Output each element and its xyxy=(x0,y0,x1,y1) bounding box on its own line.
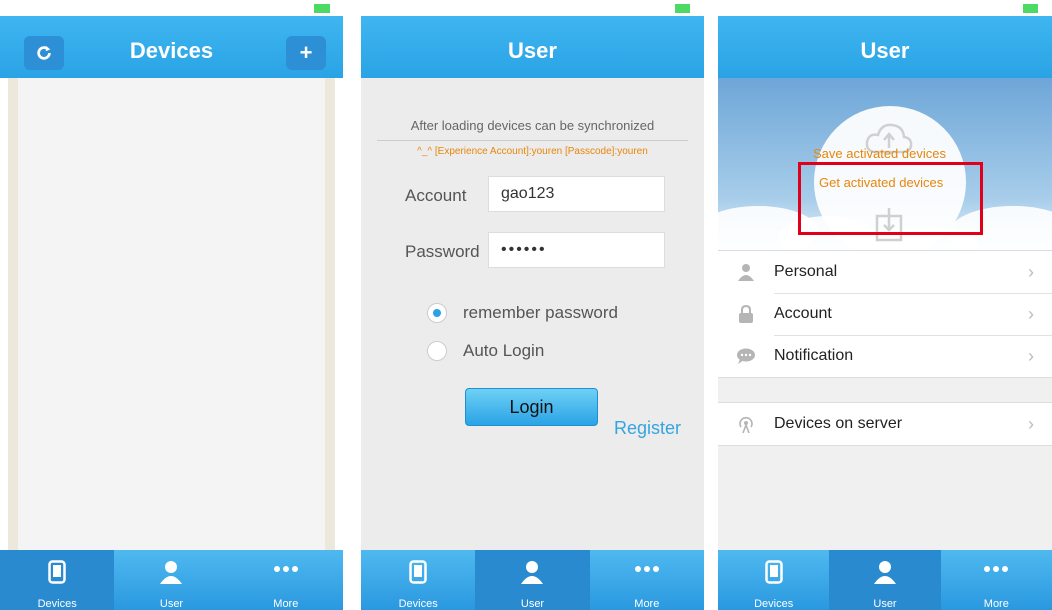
navbar: User xyxy=(718,16,1052,78)
password-label: Password xyxy=(405,242,480,261)
carrier: ●●●●● 中国移动 xyxy=(367,1,455,16)
auto-login-option[interactable]: Auto Login xyxy=(427,341,544,361)
battery-icon xyxy=(673,2,698,14)
status-bar: ●●●●● 中国移动 17:32 66% xyxy=(361,0,704,16)
menu-label: Personal xyxy=(774,263,838,280)
menu-item-devices-on-server[interactable]: Devices on server › xyxy=(718,403,1052,445)
phone-icon xyxy=(48,560,66,584)
menu-item-account[interactable]: Account › xyxy=(718,293,1052,335)
settings-menu: Personal › Account › Notification › xyxy=(718,250,1052,378)
auto-login-label: Auto Login xyxy=(463,341,545,360)
lock-icon xyxy=(739,305,753,323)
phone-icon xyxy=(764,560,783,584)
clock: 17:38 xyxy=(869,1,901,15)
chevron-right-icon: › xyxy=(1028,413,1034,434)
tab-devices[interactable]: Devices xyxy=(0,550,115,610)
user-icon xyxy=(873,561,896,584)
battery-icon xyxy=(312,2,337,14)
person-icon xyxy=(738,264,754,281)
auto-login-radio[interactable] xyxy=(427,341,447,361)
divider xyxy=(377,140,688,141)
devices-screen: Devices + ●●●●● 中国移动 17:46 73% Devices U… xyxy=(0,0,343,610)
tab-user[interactable]: User xyxy=(114,550,228,610)
save-activated-devices-button[interactable]: Save activated devices xyxy=(813,146,946,161)
battery-icon xyxy=(1021,2,1046,14)
user-icon xyxy=(521,561,544,584)
carrier: ●●●●● 中国移动 xyxy=(724,1,812,16)
tab-devices[interactable]: Devices xyxy=(718,550,829,610)
login-button[interactable]: Login xyxy=(465,388,598,426)
menu-label: Account xyxy=(774,305,832,322)
phone-icon xyxy=(409,560,427,584)
tab-more[interactable]: More xyxy=(229,550,343,610)
chevron-right-icon: › xyxy=(1028,303,1034,324)
login-screen: User ●●●●● 中国移动 17:32 66% After loading … xyxy=(361,0,704,610)
experience-account-hint: ^_^ [Experience Account]:youren [Passcod… xyxy=(417,146,648,157)
menu-item-personal[interactable]: Personal › xyxy=(718,251,1052,293)
page-title: User xyxy=(860,38,910,63)
user-screen: User ●●●●● 中国移动 17:38 70% Save activated xyxy=(718,0,1052,610)
chevron-right-icon: › xyxy=(1028,261,1034,282)
tab-more[interactable]: More xyxy=(941,550,1052,610)
navbar: User xyxy=(361,16,704,78)
status-bar: ●●●●● 中国移动 17:38 70% xyxy=(718,0,1052,16)
remember-password-label: remember password xyxy=(463,303,618,322)
battery-percent: 66% xyxy=(646,1,671,15)
tab-bar: Devices User More xyxy=(0,550,343,610)
battery-percent: 73% xyxy=(285,1,310,15)
password-field[interactable]: •••••• xyxy=(488,232,665,268)
add-device-button[interactable]: + xyxy=(286,36,326,70)
chevron-right-icon: › xyxy=(1028,345,1034,366)
tab-label: More xyxy=(634,598,660,610)
user-content: Save activated devices Get activated dev… xyxy=(718,78,1052,550)
page-title: User xyxy=(508,38,557,63)
more-icon xyxy=(634,566,659,572)
menu-label: Devices on server xyxy=(774,415,903,432)
sync-hint: After loading devices can be synchronize… xyxy=(410,118,655,133)
tab-label: Devices xyxy=(37,598,77,610)
account-field[interactable]: gao123 xyxy=(488,176,665,212)
battery: 66% xyxy=(588,1,698,15)
menu-label: Notification xyxy=(774,347,854,364)
highlight-box xyxy=(798,162,983,235)
status-bar: ●●●●● 中国移动 17:46 73% xyxy=(0,0,343,16)
battery: 70% xyxy=(939,1,1046,15)
tab-user[interactable]: User xyxy=(829,550,941,610)
device-list[interactable] xyxy=(8,78,335,550)
navbar: Devices + xyxy=(0,16,343,78)
chat-bubble-icon xyxy=(737,348,755,364)
tab-more[interactable]: More xyxy=(590,550,704,610)
account-label: Account xyxy=(405,186,467,205)
tab-label: More xyxy=(983,598,1009,610)
tab-label: More xyxy=(273,598,299,610)
clock: 17:32 xyxy=(517,1,548,15)
tab-devices[interactable]: Devices xyxy=(361,550,475,610)
tab-label: User xyxy=(159,598,184,610)
tab-label: User xyxy=(873,598,897,610)
more-icon xyxy=(273,566,298,572)
plus-icon: + xyxy=(299,40,313,65)
tab-bar: Devices User More xyxy=(361,550,704,610)
remember-password-radio[interactable] xyxy=(427,303,447,323)
menu-item-notification[interactable]: Notification › xyxy=(718,335,1052,377)
tab-label: Devices xyxy=(754,598,794,610)
server-menu: Devices on server › xyxy=(718,402,1052,446)
more-icon xyxy=(984,566,1009,572)
tab-bar: Devices User More xyxy=(718,550,1052,610)
tab-label: User xyxy=(520,598,545,610)
register-link[interactable]: Register xyxy=(614,418,681,439)
user-icon xyxy=(160,561,183,584)
tab-label: Devices xyxy=(398,598,438,610)
battery-percent: 70% xyxy=(994,1,1019,15)
antenna-icon xyxy=(739,416,753,433)
remember-password-option[interactable]: remember password xyxy=(427,303,618,323)
login-form: After loading devices can be synchronize… xyxy=(361,78,704,550)
clock: 17:46 xyxy=(156,1,187,15)
battery: 73% xyxy=(227,1,337,15)
tab-user[interactable]: User xyxy=(475,550,590,610)
carrier: ●●●●● 中国移动 xyxy=(6,1,94,16)
